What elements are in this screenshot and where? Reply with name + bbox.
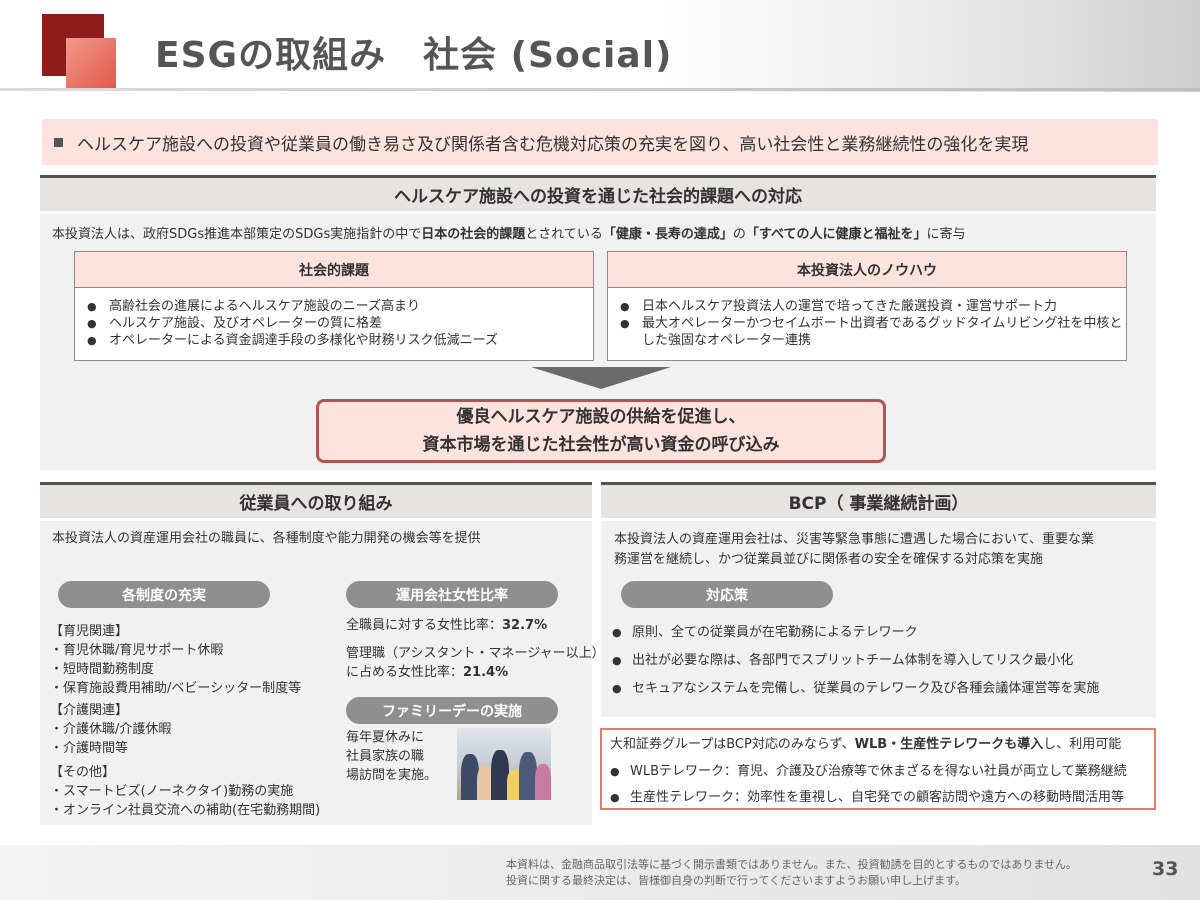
female-ratio-all: 全職員に対する女性比率：32.7%	[346, 616, 547, 635]
intro-text: ヘルスケア施設への投資や従業員の働き易さ及び関係者含む危機対応策の充実を図り、高…	[77, 134, 1029, 155]
list-item: ・育児休職/育児サポート休暇	[50, 643, 224, 658]
knowhow-title: 本投資法人のノウハウ	[608, 252, 1126, 288]
daiwa-lead: 大和証券グループはBCP対応のみならず、WLB・生産性テレワークも導入し、利用可…	[610, 735, 1146, 755]
female-ratio-mgmt-label: 管理職（アシスタント・マネージャー以上）	[346, 646, 605, 661]
list-item: ・介護休職/介護休暇	[50, 722, 172, 737]
section-healthcare-title: ヘルスケア施設への投資を通じた社会的課題への対応	[394, 187, 802, 207]
childcare-heading: 【育児関連】	[50, 624, 129, 639]
list-item: 日本ヘルスケア投資法人の運営で培ってきた厳選投資・運営サポート力	[620, 298, 1126, 315]
disclaimer-line: 投資に関する最終決定は、皆様御自身の判断で行ってくださいますようお願い申し上げま…	[506, 874, 967, 887]
family-day-line: 社員家族の職	[346, 749, 425, 764]
daiwa-emphasis: WLB・生産性テレワークも導入	[854, 737, 1044, 752]
section-healthcare-description: 本投資法人は、政府SDGs推進本部策定のSDGs実施指針の中で日本の社会的課題と…	[52, 223, 965, 242]
social-issues-title: 社会的課題	[75, 252, 593, 288]
family-day-text: 毎年夏休みに 社員家族の職 場訪問を実施。	[346, 728, 437, 785]
list-item: ・保育施設費用補助/ベビーシッター制度等	[50, 681, 302, 696]
other-heading: 【その他】	[50, 765, 116, 780]
footer-disclaimer: 本資料は、金融商品取引法等に基づく開示書類ではありません。また、投資勧誘を目的と…	[506, 857, 1077, 889]
female-ratio-value: 32.7%	[502, 618, 548, 633]
section-bcp-title: BCP（ 事業継続計画）	[788, 494, 969, 514]
bcp-desc-line: 本投資法人の資産運用会社は、災害等緊急事態に遭遇した場合において、重要な業	[614, 532, 1094, 547]
conclusion-line: 資本市場を通じた社会性が高い資金の呼び込み	[422, 435, 780, 455]
systems-list: 【育児関連】 ・育児休職/育児サポート休暇 ・短時間勤務制度 ・保育施設費用補助…	[50, 622, 320, 820]
systems-pill: 各制度の充実	[58, 581, 270, 608]
section-bcp-header: BCP（ 事業継続計画）	[601, 482, 1156, 518]
list-item: 生産性テレワーク：効率性を重視し、自宅発での顧客訪問や遠方への移動時間活用等	[610, 785, 1146, 811]
down-arrow-icon	[531, 367, 671, 389]
desc-emphasis: 日本の社会的課題	[421, 227, 526, 242]
list-item: セキュアなシステムを完備し、従業員のテレワーク及び各種会議体運営等を実施	[612, 680, 1099, 708]
female-ratio-label: 全職員に対する女性比率：	[346, 618, 503, 633]
conclusion-box: 優良ヘルスケア施設の供給を促進し、 資本市場を通じた社会性が高い資金の呼び込み	[316, 399, 886, 463]
page-number: 33	[1152, 858, 1179, 880]
header-divider	[0, 88, 1200, 91]
daiwa-telework-box: 大和証券グループはBCP対応のみならず、WLB・生産性テレワークも導入し、利用可…	[600, 728, 1156, 811]
female-ratio-mgmt-label: に占める女性比率：	[346, 665, 464, 680]
female-ratio-pill: 運用会社女性比率	[346, 581, 558, 608]
list-item: 高齢社会の進展によるヘルスケア施設のニーズ高まり	[87, 298, 593, 315]
daiwa-text: 大和証券グループはBCP対応のみならず、	[610, 737, 855, 752]
intro-banner: ヘルスケア施設への投資や従業員の働き易さ及び関係者含む危機対応策の充実を図り、高…	[42, 119, 1158, 165]
header: ESGの取組み 社会 (Social)	[0, 0, 1200, 92]
list-item: ・短時間勤務制度	[50, 662, 155, 677]
desc-text: とされている	[525, 227, 603, 242]
family-day-pill: ファミリーデーの実施	[346, 697, 558, 724]
desc-text: 本投資法人は、政府SDGs推進本部策定のSDGs実施指針の中で	[52, 227, 422, 242]
list-item: オペレーターによる資金調達手段の多様化や財務リスク低減ニーズ	[87, 332, 593, 349]
list-item: 最大オペレーターかつセイムボート出資者であるグッドタイムリビング社を中核とした強…	[620, 315, 1126, 349]
social-issues-list: 高齢社会の進展によるヘルスケア施設のニーズ高まり ヘルスケア施設、及びオペレータ…	[75, 288, 593, 349]
female-ratio-management: 管理職（アシスタント・マネージャー以上） に占める女性比率：21.4%	[346, 644, 605, 682]
daiwa-text: し、利用可能	[1043, 737, 1122, 752]
knowhow-box: 本投資法人のノウハウ 日本ヘルスケア投資法人の運営で培ってきた厳選投資・運営サポ…	[607, 251, 1127, 361]
list-item: ヘルスケア施設、及びオペレーターの質に格差	[87, 315, 593, 332]
employees-description: 本投資法人の資産運用会社の職員に、各種制度や能力開発の機会等を提供	[52, 531, 481, 546]
family-day-line: 場訪問を実施。	[346, 768, 438, 783]
list-item: 出社が必要な際は、各部門でスプリットチーム体制を導入してリスク最小化	[612, 652, 1099, 680]
desc-text: の	[732, 227, 746, 242]
bcp-measures-pill: 対応策	[621, 581, 833, 608]
list-item: ・スマートビズ(ノーネクタイ)勤務の実施	[50, 784, 294, 799]
desc-text: に寄与	[926, 227, 966, 242]
family-day-photo	[457, 728, 551, 800]
section-healthcare-header: ヘルスケア施設への投資を通じた社会的課題への対応	[40, 175, 1156, 211]
section-employees-header: 従業員への取り組み	[40, 482, 592, 518]
family-day-line: 毎年夏休みに	[346, 730, 425, 745]
disclaimer-line: 本資料は、金融商品取引法等に基づく開示書類ではありません。また、投資勧誘を目的と…	[506, 858, 1078, 871]
section-employees-title: 従業員への取り組み	[239, 494, 393, 514]
female-ratio-mgmt-value: 21.4%	[463, 665, 509, 680]
page-title: ESGの取組み 社会 (Social)	[155, 35, 673, 76]
list-item: ・介護時間等	[50, 741, 129, 756]
conclusion-line: 優良ヘルスケア施設の供給を促進し、	[456, 407, 746, 427]
social-issues-box: 社会的課題 高齢社会の進展によるヘルスケア施設のニーズ高まり ヘルスケア施設、及…	[74, 251, 594, 361]
bcp-measures-list: 原則、全ての従業員が在宅勤務によるテレワーク 出社が必要な際は、各部門でスプリッ…	[612, 624, 1099, 708]
nursing-heading: 【介護関連】	[50, 703, 129, 718]
logo-mark-accent	[66, 38, 116, 88]
list-item: WLBテレワーク：育児、介護及び治療等で休まざるを得ない社員が両立して業務継続	[610, 759, 1146, 785]
list-item: ・オンライン社員交流への補助(在宅勤務期間)	[50, 803, 321, 818]
desc-emphasis: 「すべての人に健康と福祉を」	[745, 227, 927, 242]
square-bullet-icon	[54, 137, 63, 147]
daiwa-list: WLBテレワーク：育児、介護及び治療等で休まざるを得ない社員が両立して業務継続 …	[610, 759, 1146, 811]
bcp-desc-line: 務運営を継続し、かつ従業員並びに関係者の安全を確保する対応策を実施	[614, 552, 1044, 567]
desc-emphasis: 「健康・長寿の達成」	[602, 227, 733, 242]
knowhow-list: 日本ヘルスケア投資法人の運営で培ってきた厳選投資・運営サポート力 最大オペレータ…	[608, 288, 1126, 349]
bcp-description: 本投資法人の資産運用会社は、災害等緊急事態に遭遇した場合において、重要な業 務運…	[614, 530, 1094, 570]
list-item: 原則、全ての従業員が在宅勤務によるテレワーク	[612, 624, 1099, 652]
